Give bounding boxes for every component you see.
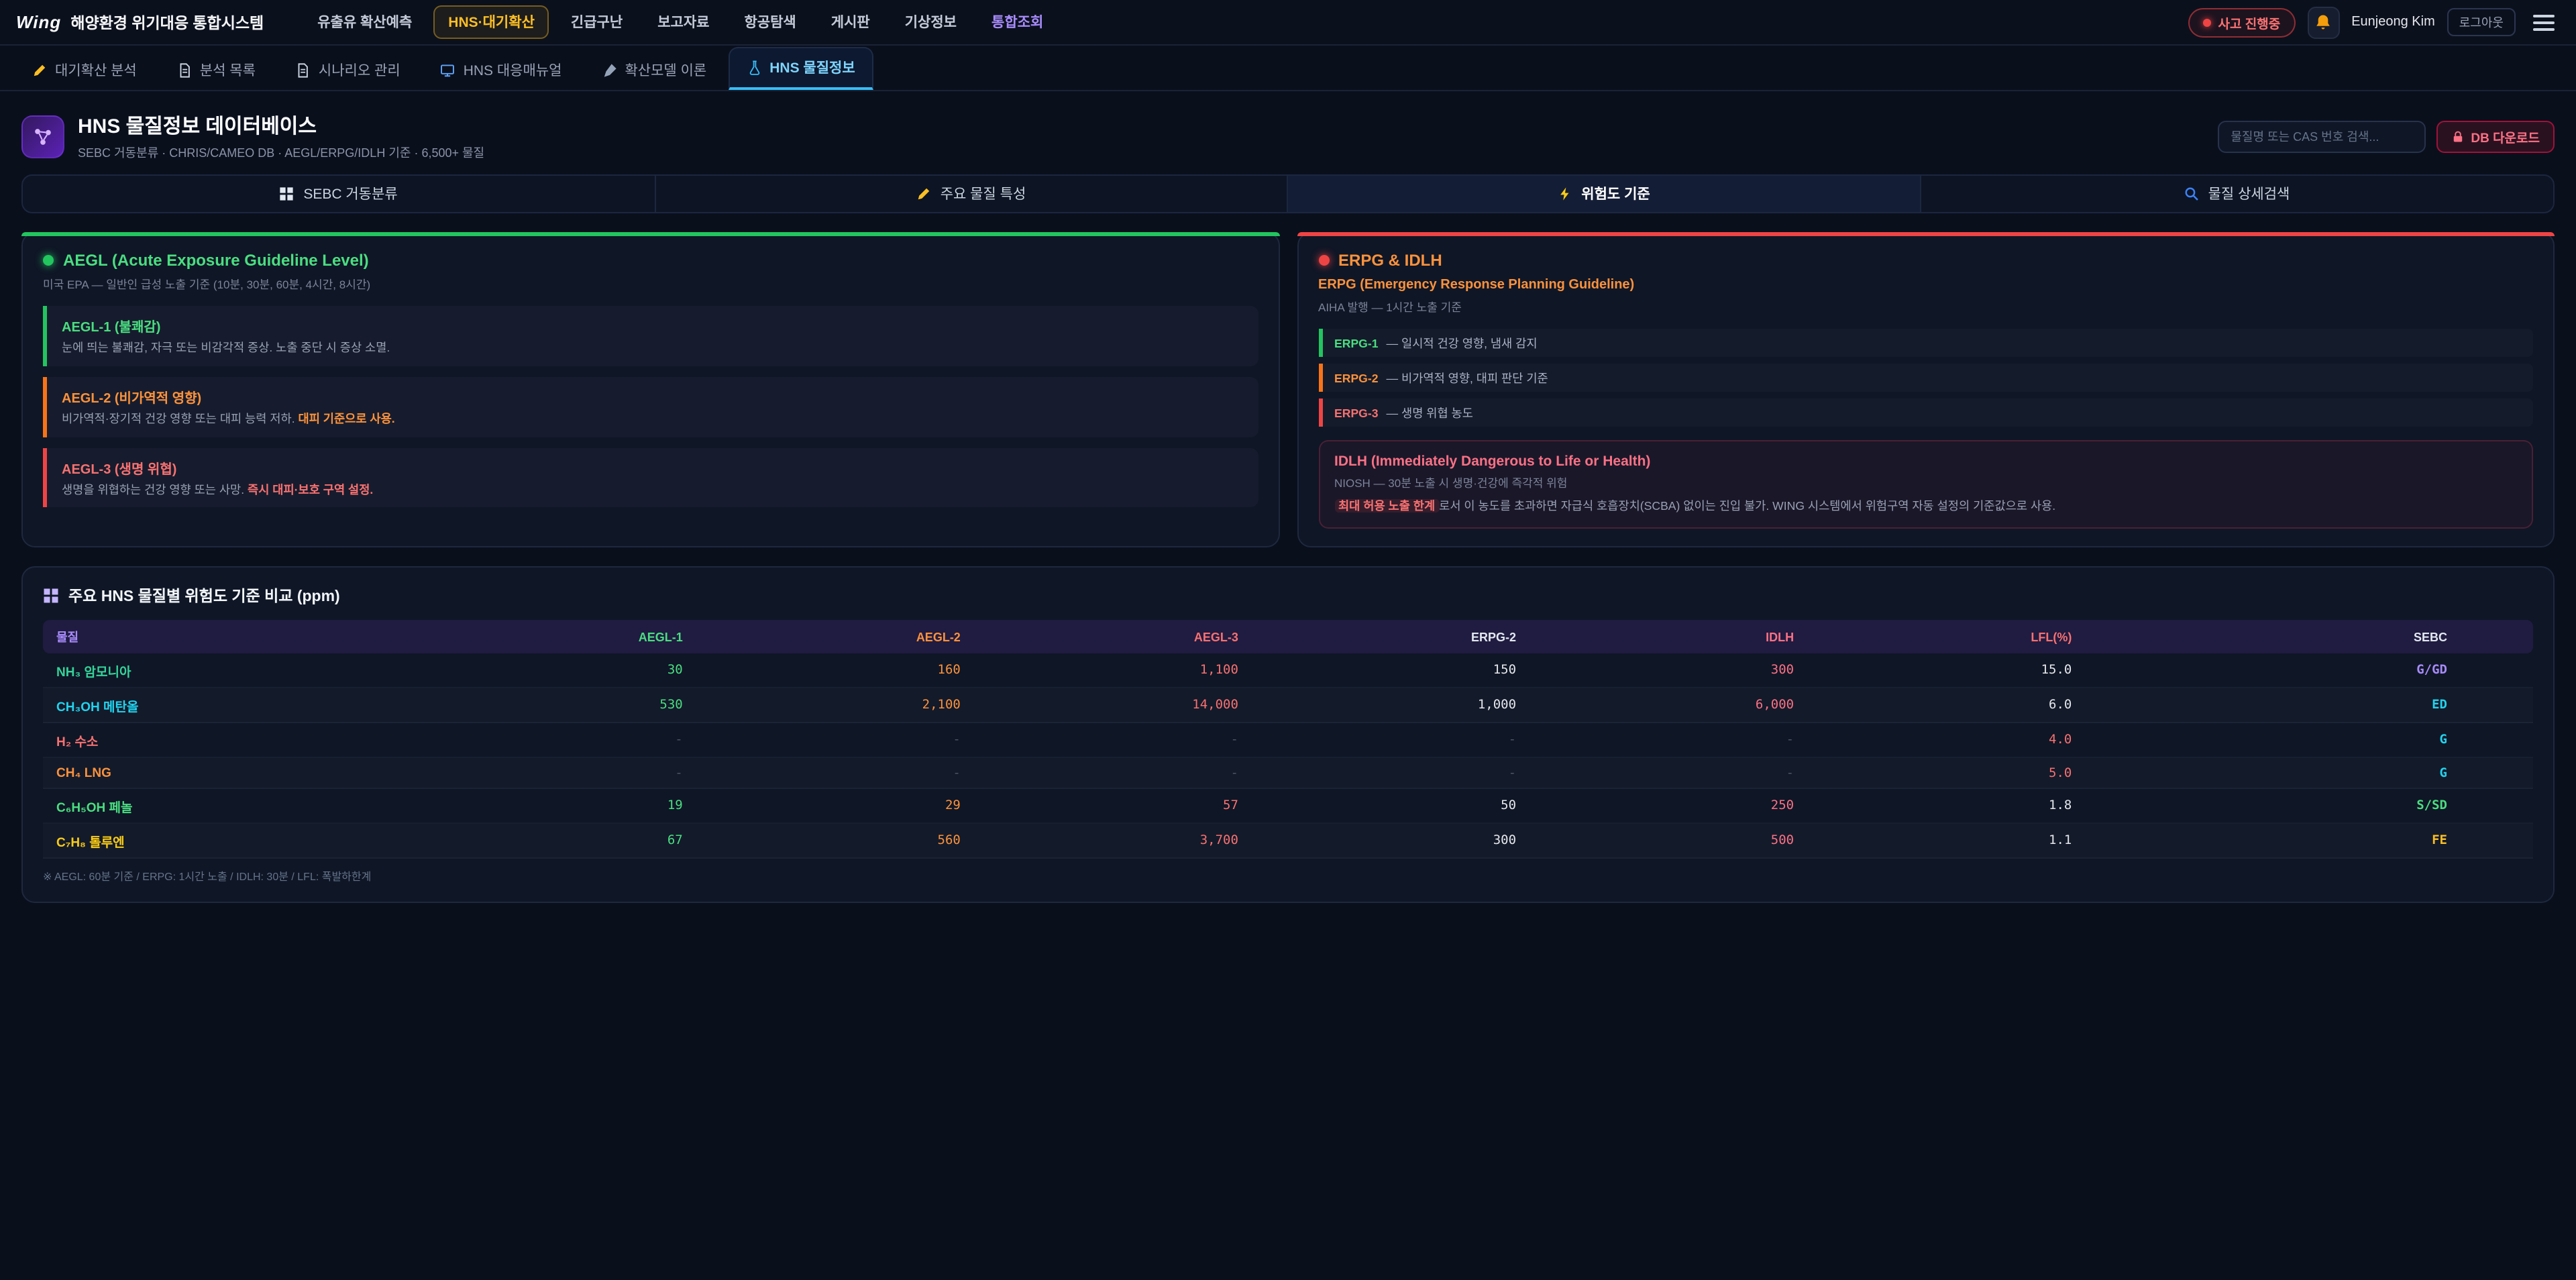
tab-dispersion-analysis[interactable]: 대기확산 분석 xyxy=(13,50,156,90)
red-dot-icon xyxy=(1318,255,1329,266)
table-header-row: 물질 AEGL-1 AEGL-2 AEGL-3 ERPG-2 IDLH LFL(… xyxy=(43,620,2533,653)
segment-sebc-classification[interactable]: SEBC 거동분류 xyxy=(23,176,655,212)
aegl-panel-subtitle: 미국 EPA — 일반인 급성 노출 기준 (10분, 30분, 60분, 4시… xyxy=(43,276,1258,292)
aegl-level-2: AEGL-2 (비가역적 영향) 비가역적·장기적 건강 영향 또는 대피 능력… xyxy=(43,377,1258,437)
top-navbar: Wing 해양환경 위기대응 통합시스템 유출유 확산예측 HNS·대기확산 긴… xyxy=(0,0,2576,46)
page-content: HNS 물질정보 데이터베이스 SEBC 거동분류 · CHRIS/CAMEO … xyxy=(0,91,2576,932)
user-name: Eunjeong Kim xyxy=(2351,15,2435,30)
nav-item-spill-prediction[interactable]: 유출유 확산예측 xyxy=(304,7,425,38)
wing-logo: Wing xyxy=(16,12,61,32)
green-dot-icon xyxy=(43,255,54,266)
nav-item-weather[interactable]: 기상정보 xyxy=(892,7,970,38)
idlh-subtitle: NIOSH — 30분 노출 시 생명·건강에 즉각적 위험 xyxy=(1334,475,2517,491)
table-footnote: ※ AEGL: 60분 기준 / ERPG: 1시간 노출 / IDLH: 30… xyxy=(43,869,2533,884)
molecule-icon xyxy=(21,115,64,158)
logout-button[interactable]: 로그아웃 xyxy=(2447,8,2516,36)
criteria-panels: AEGL (Acute Exposure Guideline Level) 미국… xyxy=(21,232,2555,547)
table-row[interactable]: NH₃ 암모니아 30 160 1,100 150 300 15.0 G/GD xyxy=(43,653,2533,688)
table-row[interactable]: H₂ 수소 - - - - - 4.0 G xyxy=(43,723,2533,757)
notifications-button[interactable] xyxy=(2307,6,2339,38)
erpg-level-2: ERPG-2 — 비가역적 영향, 대피 판단 기준 xyxy=(1318,364,2533,392)
pencil-icon xyxy=(32,63,47,78)
tab-analysis-list[interactable]: 분석 목록 xyxy=(158,50,274,90)
erpg-section-title: ERPG (Emergency Response Planning Guidel… xyxy=(1318,278,2533,292)
segment-detail-search[interactable]: 물질 상세검색 xyxy=(1921,176,2553,212)
aegl-level-3: AEGL-3 (생명 위협) 생명을 위협하는 건강 영향 또는 사망. 즉시 … xyxy=(43,447,1258,508)
idlh-description: 최대 허용 노출 한계로서 이 농도를 초과하면 자급식 호흡장치(SCBA) … xyxy=(1334,498,2517,515)
aegl-panel: AEGL (Acute Exposure Guideline Level) 미국… xyxy=(21,232,1279,547)
topbar-right: 사고 진행중 Eunjeong Kim 로그아웃 xyxy=(2189,6,2560,38)
table-row[interactable]: C₆H₅OH 페놀 19 29 57 50 250 1.8 S/SD xyxy=(43,788,2533,823)
table-row[interactable]: CH₄ LNG - - - - - 5.0 G xyxy=(43,757,2533,788)
segment-substance-properties[interactable]: 주요 물질 특성 xyxy=(655,176,1288,212)
brand: Wing 해양환경 위기대응 통합시스템 xyxy=(16,11,264,33)
document-icon xyxy=(296,63,311,78)
sub-tab-bar: 대기확산 분석 분석 목록 시나리오 관리 HNS 대응매뉴얼 확산모델 이론 … xyxy=(0,46,2576,91)
table-row[interactable]: C₇H₈ 톨루엔 67 560 3,700 300 500 1.1 FE xyxy=(43,823,2533,858)
incident-status-badge[interactable]: 사고 진행중 xyxy=(2189,7,2296,37)
app-title: 해양환경 위기대응 통합시스템 xyxy=(70,11,264,33)
erpg-section-subtitle: AIHA 발행 — 1시간 노출 기준 xyxy=(1318,299,2533,315)
erpg-level-1: ERPG-1 — 일시적 건강 영향, 냄새 감지 xyxy=(1318,329,2533,357)
page-subtitle: SEBC 거동분류 · CHRIS/CAMEO DB · AEGL/ERPG/I… xyxy=(78,144,484,161)
monitor-icon xyxy=(441,63,455,78)
nav-item-board[interactable]: 게시판 xyxy=(818,7,883,38)
segment-risk-criteria[interactable]: 위험도 기준 xyxy=(1288,176,1921,212)
test-tube-icon xyxy=(747,60,761,75)
grid-icon xyxy=(279,186,294,201)
bell-icon xyxy=(2314,13,2332,31)
erpg-level-3: ERPG-3 — 생명 위협 농도 xyxy=(1318,398,2533,427)
hns-comparison-table: 물질 AEGL-1 AEGL-2 AEGL-3 ERPG-2 IDLH LFL(… xyxy=(43,620,2533,859)
tab-hns-response-manual[interactable]: HNS 대응매뉴얼 xyxy=(422,50,581,90)
nav-item-hns-dispersion[interactable]: HNS·대기확산 xyxy=(433,5,549,39)
comparison-table-card: 주요 HNS 물질별 위험도 기준 비교 (ppm) 물질 AEGL-1 AEG… xyxy=(21,566,2555,903)
db-download-button[interactable]: DB 다운로드 xyxy=(2436,120,2555,152)
hamburger-menu-icon[interactable] xyxy=(2528,7,2560,37)
idlh-title: IDLH (Immediately Dangerous to Life or H… xyxy=(1334,454,2517,470)
page-title: HNS 물질정보 데이터베이스 xyxy=(78,111,484,140)
nav-item-integrated-search[interactable]: 통합조회 xyxy=(978,7,1057,38)
nav-item-reports[interactable]: 보고자료 xyxy=(644,7,722,38)
tab-scenario-management[interactable]: 시나리오 관리 xyxy=(277,50,419,90)
idlh-section: IDLH (Immediately Dangerous to Life or H… xyxy=(1318,440,2533,529)
grid-icon xyxy=(43,588,59,604)
aegl-level-1: AEGL-1 (불쾌감) 눈에 띄는 불쾌감, 자극 또는 비감각적 증상. 노… xyxy=(43,306,1258,366)
bolt-icon xyxy=(1557,186,1572,201)
tab-dispersion-model-theory[interactable]: 확산모델 이론 xyxy=(583,50,725,90)
erpg-idlh-panel: ERPG & IDLH ERPG (Emergency Response Pla… xyxy=(1297,232,2555,547)
aegl-panel-title: AEGL (Acute Exposure Guideline Level) xyxy=(63,251,369,270)
magnifier-icon xyxy=(2184,186,2199,201)
substance-search-input[interactable] xyxy=(2217,120,2425,152)
incident-dot-icon xyxy=(2204,18,2212,26)
section-segment-bar: SEBC 거동분류 주요 물질 특성 위험도 기준 물질 상세검색 xyxy=(21,174,2555,213)
document-icon xyxy=(177,63,192,78)
table-title: 주요 HNS 물질별 위험도 기준 비교 (ppm) xyxy=(68,585,340,606)
table-row[interactable]: CH₃OH 메탄올 530 2,100 14,000 1,000 6,000 6… xyxy=(43,688,2533,723)
pen-nib-icon xyxy=(602,63,616,78)
app-root: Wing 해양환경 위기대응 통합시스템 유출유 확산예측 HNS·대기확산 긴… xyxy=(0,0,2576,1280)
nav-item-rescue[interactable]: 긴급구난 xyxy=(557,7,636,38)
lock-icon xyxy=(2451,129,2464,143)
pencil-icon xyxy=(916,186,931,201)
main-nav: 유출유 확산예측 HNS·대기확산 긴급구난 보고자료 항공탐색 게시판 기상정… xyxy=(304,5,1057,39)
erpg-panel-title: ERPG & IDLH xyxy=(1338,251,1442,270)
incident-badge-label: 사고 진행중 xyxy=(2218,13,2281,32)
page-header: HNS 물질정보 데이터베이스 SEBC 거동분류 · CHRIS/CAMEO … xyxy=(21,111,2555,161)
tab-hns-substance-info[interactable]: HNS 물질정보 xyxy=(728,47,873,90)
nav-item-aerial-search[interactable]: 항공탐색 xyxy=(731,7,809,38)
